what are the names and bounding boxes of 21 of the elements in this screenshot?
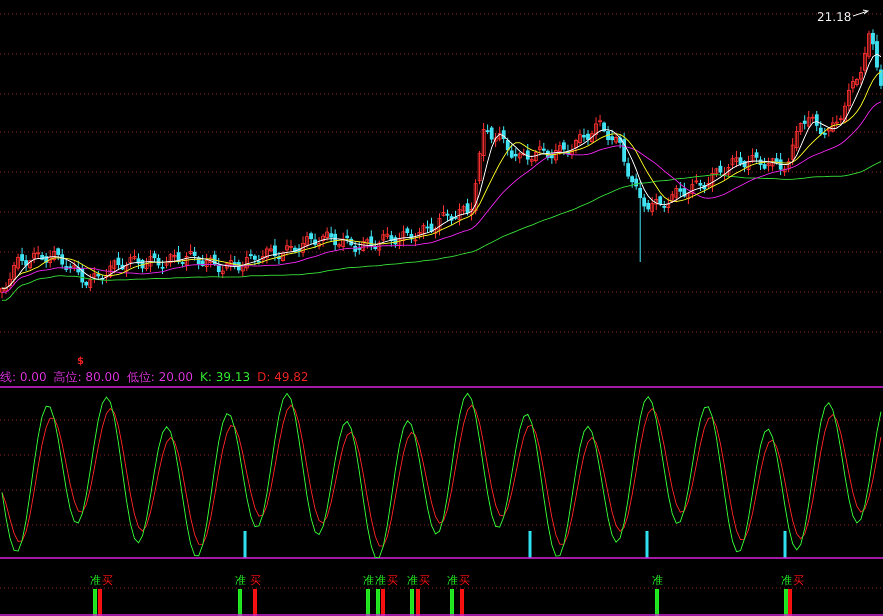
- signal-label: 买: [793, 574, 804, 587]
- signal-label: 买: [102, 574, 113, 587]
- signal-label: 买: [387, 574, 398, 587]
- signal-label: 准: [407, 574, 418, 587]
- signal-label: 买: [459, 574, 470, 587]
- signal-label: 准: [375, 574, 386, 587]
- legend-value: K: 39.13: [200, 370, 250, 384]
- signal-label: 准: [235, 574, 246, 587]
- signal-label: 准: [363, 574, 374, 587]
- legend-value: 低位: 20.00: [126, 368, 194, 386]
- signal-marker: $: [77, 356, 84, 366]
- signal-label: 买: [250, 574, 261, 587]
- legend-value: 线: 0.00: [0, 368, 47, 386]
- legend-value: D: 49.82: [257, 370, 309, 384]
- signal-label: 买: [419, 574, 430, 587]
- signal-label: 准: [781, 574, 792, 587]
- legend-value: 高位: 80.00: [54, 368, 120, 386]
- signal-label: 准: [447, 574, 458, 587]
- signal-label: 准: [90, 574, 101, 587]
- price-label: 21.18: [817, 10, 852, 24]
- signal-label: 准: [652, 574, 663, 587]
